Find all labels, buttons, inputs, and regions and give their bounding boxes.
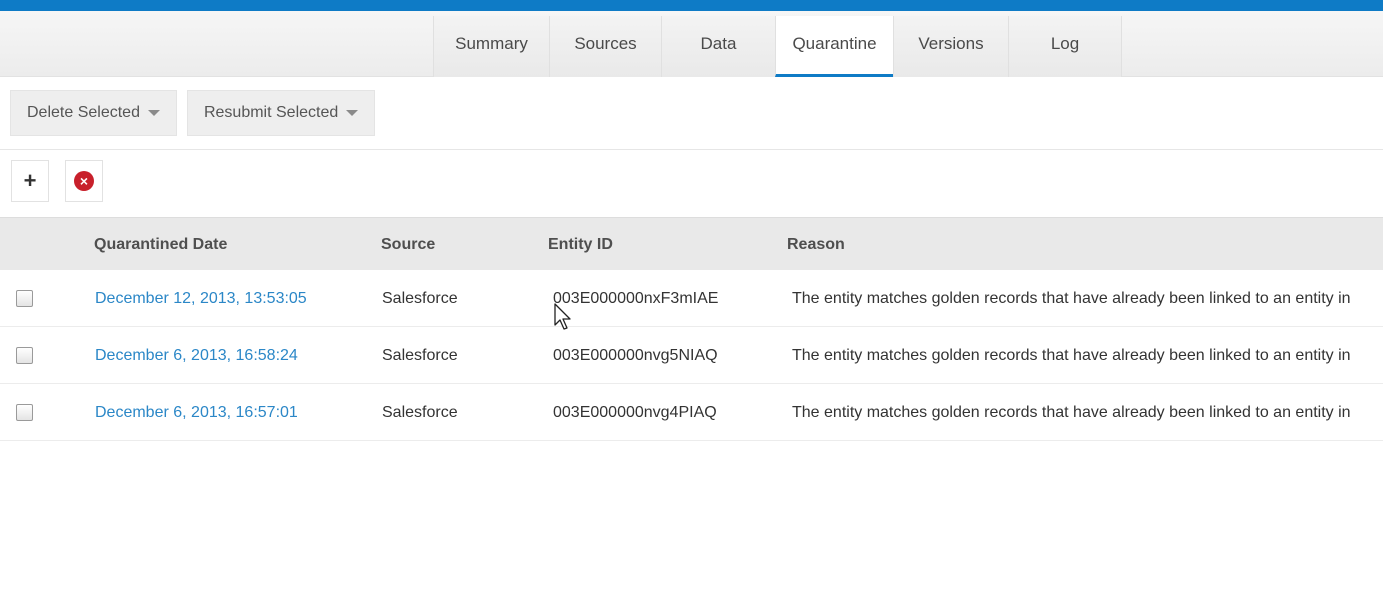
column-header-source[interactable]: Source [381, 218, 435, 271]
add-button[interactable]: + [11, 160, 49, 202]
quarantined-date-link[interactable]: December 6, 2013, 16:58:24 [95, 327, 298, 384]
x-circle-icon: × [74, 171, 94, 191]
table-header: Quarantined Date Source Entity ID Reason [0, 217, 1383, 270]
chevron-down-icon [346, 110, 359, 116]
column-header-quarantined-date[interactable]: Quarantined Date [94, 218, 227, 271]
tab-quarantine[interactable]: Quarantine [775, 16, 893, 77]
bulk-actions: Delete Selected Resubmit Selected [10, 90, 376, 136]
tab-log[interactable]: Log [1008, 16, 1122, 77]
table-row: December 6, 2013, 16:57:01 Salesforce 00… [0, 384, 1383, 441]
row-checkbox[interactable] [16, 347, 33, 364]
plus-icon: + [23, 168, 37, 193]
remove-button[interactable]: × [65, 160, 103, 202]
table-row: December 6, 2013, 16:58:24 Salesforce 00… [0, 327, 1383, 384]
row-checkbox[interactable] [16, 290, 33, 307]
reason-cell: The entity matches golden records that h… [792, 290, 1351, 307]
top-accent-bar [0, 0, 1383, 11]
divider [0, 149, 1383, 150]
source-cell: Salesforce [382, 347, 458, 364]
entity-id-cell: 003E000000nvg4PIAQ [553, 404, 717, 421]
resubmit-selected-button[interactable]: Resubmit Selected [186, 90, 376, 136]
column-header-entity-id[interactable]: Entity ID [548, 218, 613, 271]
quarantined-date-link[interactable]: December 12, 2013, 13:53:05 [95, 270, 307, 327]
tab-bar: Summary Sources Data Quarantine Versions… [0, 11, 1383, 77]
delete-selected-label: Delete Selected [27, 104, 140, 121]
resubmit-selected-label: Resubmit Selected [203, 104, 339, 121]
source-cell: Salesforce [382, 290, 458, 307]
source-cell: Salesforce [382, 404, 458, 421]
quarantined-date-link[interactable]: December 6, 2013, 16:57:01 [95, 384, 298, 441]
tab-summary[interactable]: Summary [433, 16, 549, 77]
tab-sources[interactable]: Sources [549, 16, 661, 77]
tab-versions[interactable]: Versions [893, 16, 1008, 77]
row-checkbox[interactable] [16, 404, 33, 421]
tab-list: Summary Sources Data Quarantine Versions… [433, 16, 1122, 77]
entity-id-cell: 003E000000nvg5NIAQ [553, 347, 718, 364]
reason-cell: The entity matches golden records that h… [792, 404, 1351, 421]
chevron-down-icon [147, 110, 160, 116]
reason-cell: The entity matches golden records that h… [792, 347, 1351, 364]
delete-selected-button[interactable]: Delete Selected [10, 90, 177, 136]
tab-data[interactable]: Data [661, 16, 775, 77]
column-header-reason[interactable]: Reason [787, 218, 845, 271]
entity-id-cell: 003E000000nxF3mIAE [553, 290, 719, 307]
mouse-pointer-icon [554, 303, 571, 330]
table-row: December 12, 2013, 13:53:05 Salesforce 0… [0, 270, 1383, 327]
